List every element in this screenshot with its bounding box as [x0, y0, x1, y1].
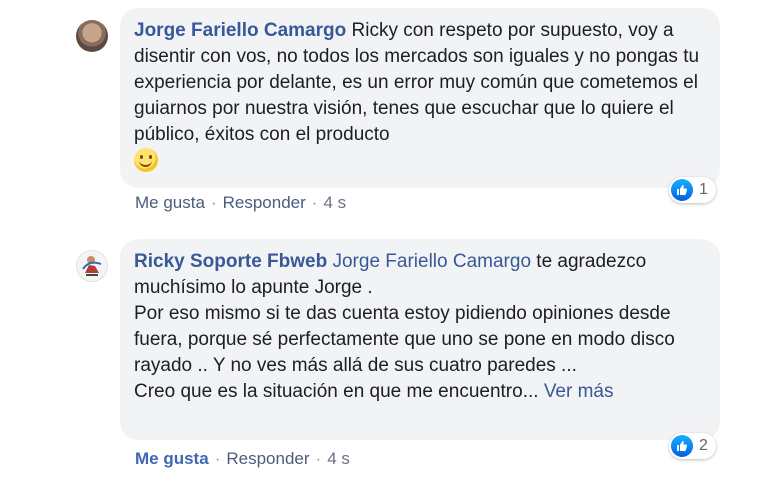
- like-reaction-icon: [671, 435, 693, 457]
- reaction-summary[interactable]: 2: [669, 433, 716, 459]
- comment-bubble: Jorge Fariello Camargo Ricky con respeto…: [120, 8, 720, 188]
- reaction-count: 1: [699, 181, 708, 198]
- comment-author[interactable]: Jorge Fariello Camargo: [134, 20, 346, 41]
- comment-actions: Me gusta · Responder · 4 s: [135, 193, 347, 212]
- timestamp[interactable]: 4 s: [323, 193, 346, 212]
- see-more-link[interactable]: Ver más: [544, 381, 614, 402]
- like-reaction-icon: [671, 179, 693, 201]
- comment-text-line: Por eso mismo si te das cuenta estoy pid…: [134, 303, 675, 376]
- reaction-count: 2: [699, 437, 708, 454]
- comment-author[interactable]: Ricky Soporte Fbweb: [134, 251, 327, 272]
- reaction-summary[interactable]: 1: [669, 177, 716, 203]
- reply-button[interactable]: Responder: [226, 449, 309, 468]
- like-button[interactable]: Me gusta: [135, 193, 205, 212]
- comment-actions: Me gusta · Responder · 4 s: [135, 449, 350, 468]
- mention-link[interactable]: Jorge Fariello Camargo: [332, 251, 531, 272]
- like-button[interactable]: Me gusta: [135, 449, 209, 468]
- timestamp[interactable]: 4 s: [327, 449, 350, 468]
- profile-illustration-icon: [82, 256, 102, 276]
- avatar[interactable]: [76, 20, 108, 52]
- comment-text-line: Creo que es la situación en que me encue…: [134, 381, 539, 402]
- comment-bubble: Ricky Soporte Fbweb Jorge Fariello Camar…: [120, 239, 720, 440]
- avatar[interactable]: [76, 250, 108, 282]
- slightly-smiling-face-icon: [134, 148, 158, 172]
- reply-button[interactable]: Responder: [223, 193, 306, 212]
